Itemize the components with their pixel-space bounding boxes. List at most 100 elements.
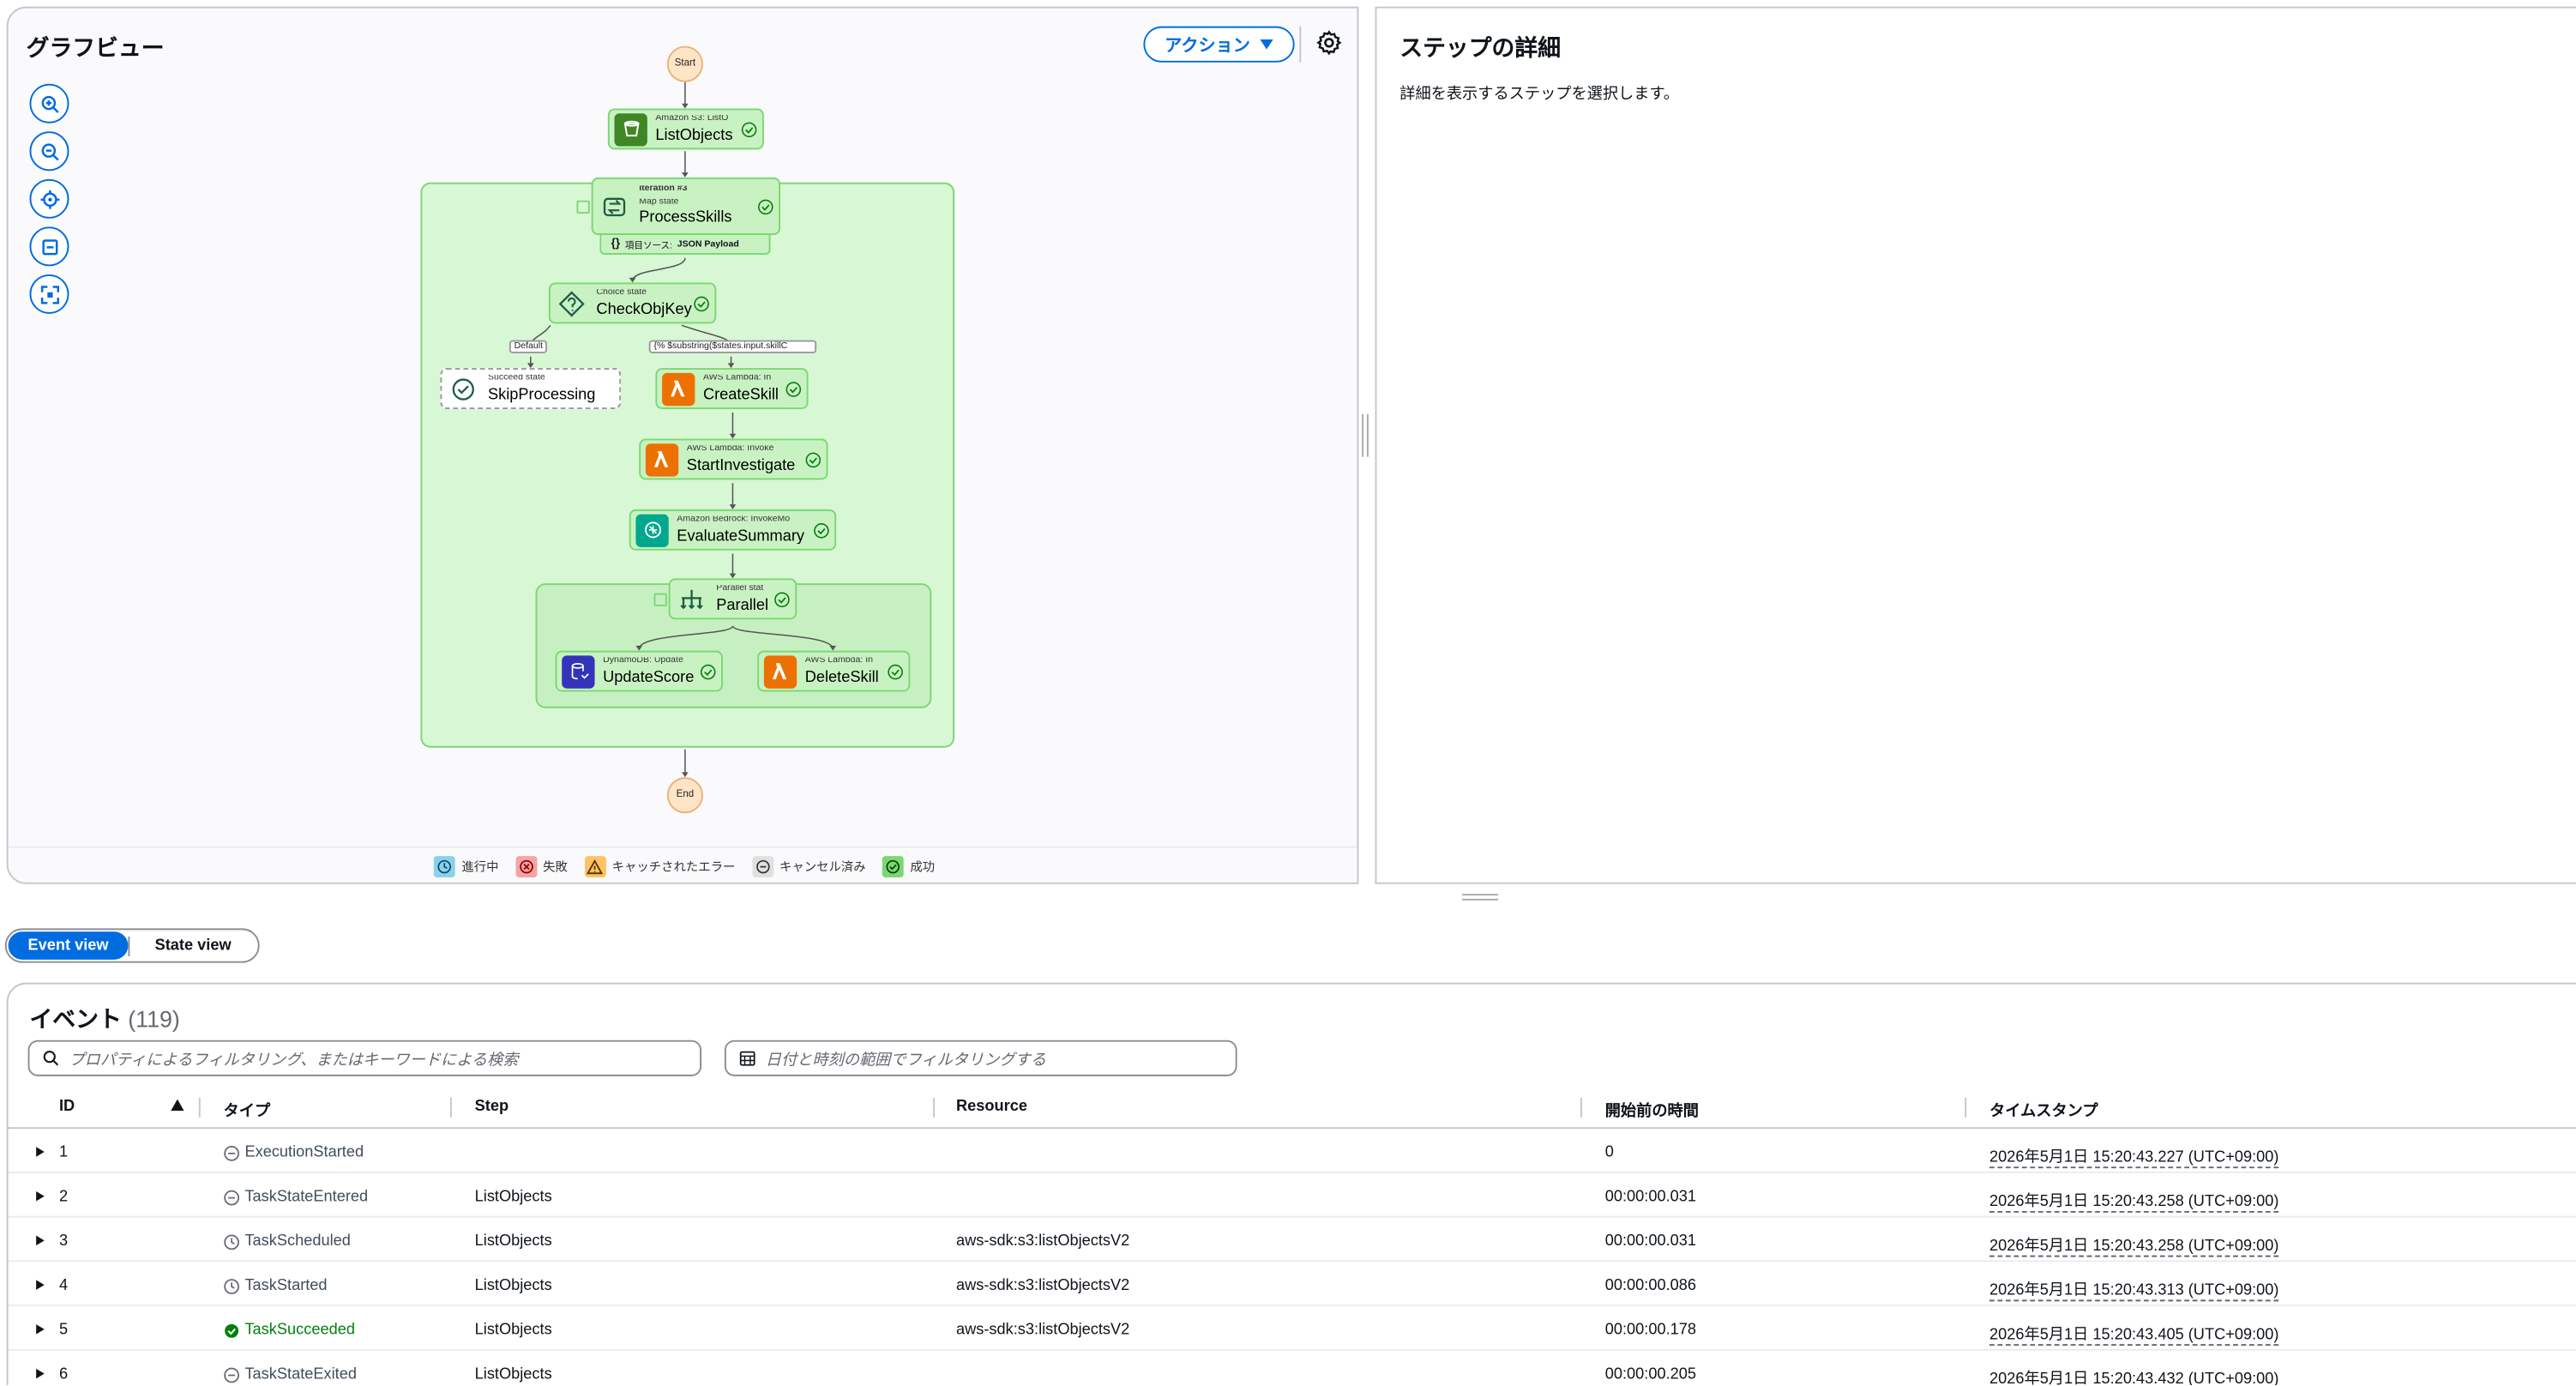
cell-timestamp[interactable]: 2026年5月1日 15:20:43.405 (UTC+09:00): [1989, 1321, 2279, 1347]
node-name: CreateSkill: [702, 385, 779, 403]
success-check-icon: [805, 451, 822, 467]
cell-type: TaskStateEntered: [224, 1188, 368, 1206]
legend-cancelled: キャンセル済み: [751, 856, 866, 878]
cell-timestamp[interactable]: 2026年5月1日 15:20:43.258 (UTC+09:00): [1989, 1232, 2279, 1257]
item-source-label: 項目ソース:: [624, 240, 672, 251]
step-details-panel: ステップの詳細 詳細を表示するステップを選択します。: [1375, 6, 2576, 884]
start-node[interactable]: Start: [666, 45, 703, 82]
table-row[interactable]: 2 TaskStateEntered ListObjects 00:00:00.…: [8, 1173, 2576, 1218]
table-row[interactable]: 1 ExecutionStarted 0 2026年5月1日 15:20:43.…: [8, 1129, 2576, 1173]
warning-icon: [584, 856, 605, 878]
column-timestamp[interactable]: タイムスタンプ: [1989, 1098, 2098, 1121]
cell-timestamp[interactable]: 2026年5月1日 15:20:43.227 (UTC+09:00): [1989, 1143, 2279, 1169]
property-search-input[interactable]: プロパティによるフィルタリング、またはキーワードによる検索: [27, 1040, 702, 1076]
s3-bucket-icon: [614, 112, 647, 146]
cell-type: TaskStateExited: [224, 1365, 357, 1383]
end-node[interactable]: End: [666, 777, 703, 814]
cell-id: 1: [58, 1143, 69, 1162]
node-parallel[interactable]: Parallel stat Parallel: [668, 578, 797, 620]
cell-type: TaskScheduled: [224, 1232, 351, 1250]
node-type: Parallel stat: [716, 585, 764, 594]
events-title: イベント: [29, 1005, 122, 1033]
clock-icon: [433, 856, 455, 878]
cell-id: 4: [58, 1276, 69, 1295]
clock-icon: [224, 1278, 239, 1293]
node-updatescore[interactable]: DynamoDB: Update UpdateScore: [555, 650, 723, 692]
expand-row-icon[interactable]: [36, 1147, 45, 1157]
table-row[interactable]: 4 TaskStarted ListObjects aws-sdk:s3:lis…: [8, 1262, 2576, 1307]
cell-id: 5: [58, 1321, 69, 1340]
column-separator: [933, 1097, 936, 1118]
cell-elapsed: 00:00:00.031: [1604, 1188, 1697, 1207]
table-row[interactable]: 3 TaskScheduled ListObjects aws-sdk:s3:l…: [8, 1218, 2576, 1262]
node-listobjects[interactable]: Amazon S3: ListO ListObjects: [607, 108, 764, 150]
sort-ascending-icon[interactable]: [171, 1099, 184, 1112]
node-type: AWS Lambda: In: [702, 374, 772, 383]
expand-row-icon[interactable]: [36, 1368, 45, 1379]
column-id[interactable]: ID: [59, 1098, 75, 1116]
cell-timestamp[interactable]: 2026年5月1日 15:20:43.432 (UTC+09:00): [1989, 1365, 2278, 1385]
success-check-icon: [814, 522, 829, 538]
column-type[interactable]: タイプ: [224, 1098, 271, 1121]
expand-row-icon[interactable]: [36, 1190, 45, 1202]
node-name: UpdateScore: [603, 667, 695, 685]
node-skipprocessing[interactable]: Succeed state SkipProcessing: [440, 368, 622, 410]
tab-state-view[interactable]: State view: [129, 931, 256, 960]
succeed-state-icon: [447, 372, 479, 405]
legend-label: 失敗: [543, 859, 568, 875]
expand-row-icon[interactable]: [36, 1235, 45, 1246]
expand-row-icon[interactable]: [36, 1280, 45, 1290]
cell-type-text: TaskStarted: [244, 1276, 328, 1295]
item-source-badge: {} 項目ソース: JSON Payload: [599, 234, 771, 255]
success-check-icon: [882, 856, 904, 878]
column-separator: [449, 1097, 452, 1118]
node-name: ListObjects: [655, 125, 733, 143]
node-name: Parallel: [716, 595, 768, 613]
parallel-collapse-toggle[interactable]: [653, 593, 667, 606]
cell-type-text: TaskSucceeded: [244, 1321, 355, 1340]
events-count: (119): [128, 1005, 180, 1033]
map-collapse-toggle[interactable]: [576, 200, 590, 214]
legend-label: 進行中: [461, 859, 499, 875]
cell-type: TaskStarted: [224, 1277, 328, 1295]
tab-event-view[interactable]: Event view: [8, 931, 129, 960]
cell-type: ExecutionStarted: [224, 1143, 364, 1161]
table-row[interactable]: 5 TaskSucceeded ListObjects aws-sdk:s3:l…: [8, 1306, 2576, 1351]
column-separator: [198, 1097, 201, 1118]
braces-icon: {}: [611, 238, 621, 250]
search-placeholder: プロパティによるフィルタリング、またはキーワードによる検索: [69, 1052, 519, 1070]
cell-timestamp[interactable]: 2026年5月1日 15:20:43.258 (UTC+09:00): [1989, 1188, 2279, 1213]
step-details-hint: 詳細を表示するステップを選択します。: [1399, 85, 1680, 104]
node-checkobjkey[interactable]: Choice state CheckObjKey: [548, 282, 717, 324]
column-step[interactable]: Step: [475, 1098, 509, 1116]
date-range-filter[interactable]: 日付と時刻の範囲でフィルタリングする: [724, 1040, 1237, 1076]
horizontal-resize-handle[interactable]: [1462, 894, 1499, 901]
step-details-title: ステップの詳細: [1399, 34, 1562, 61]
search-icon: [43, 1051, 59, 1066]
calendar-icon: [739, 1051, 755, 1066]
table-row[interactable]: 6 TaskStateExited ListObjects 00:00:00.2…: [9, 1351, 2576, 1385]
cell-step: ListObjects: [474, 1276, 552, 1295]
cell-elapsed: 00:00:00.086: [1604, 1276, 1697, 1295]
node-processskills[interactable]: Iteration #3 Map state ProcessSkills: [591, 177, 781, 235]
vertical-resize-handle[interactable]: [1362, 413, 1369, 457]
success-check-icon: [225, 1323, 239, 1337]
node-name: DeleteSkill: [804, 667, 879, 685]
cell-elapsed: 00:00:00.205: [1604, 1365, 1697, 1384]
node-createskill[interactable]: AWS Lambda: In CreateSkill: [655, 368, 809, 410]
node-type: Amazon S3: ListO: [655, 115, 729, 124]
cell-resource: aws-sdk:s3:listObjectsV2: [955, 1276, 1130, 1295]
column-elapsed[interactable]: 開始前の時間: [1605, 1098, 1699, 1121]
success-check-icon: [694, 295, 709, 311]
node-deleteskill[interactable]: AWS Lambda: In DeleteSkill: [757, 650, 911, 692]
column-separator: [1965, 1097, 1967, 1118]
column-resource[interactable]: Resource: [956, 1098, 1027, 1116]
node-startinvestigate[interactable]: AWS Lambda: Invoke StartInvestigate: [639, 438, 828, 480]
expand-row-icon[interactable]: [36, 1324, 45, 1335]
cell-timestamp[interactable]: 2026年5月1日 15:20:43.313 (UTC+09:00): [1989, 1277, 2279, 1302]
lambda-icon: [662, 371, 695, 406]
node-evaluatesummary[interactable]: Amazon Bedrock: InvokeMo EvaluateSummary: [629, 509, 837, 551]
success-check-icon: [785, 381, 802, 396]
lambda-icon: [645, 443, 679, 476]
cell-id: 2: [58, 1188, 69, 1207]
